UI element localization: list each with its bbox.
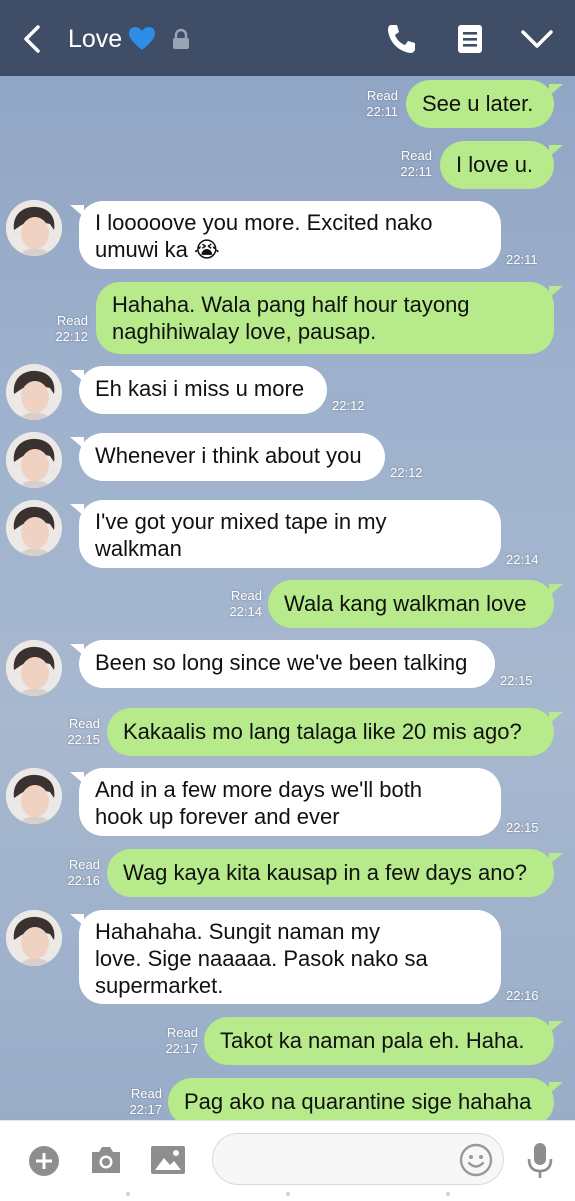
- microphone-icon[interactable]: [526, 1141, 554, 1181]
- contact-avatar[interactable]: [6, 768, 62, 824]
- image-icon[interactable]: [150, 1145, 186, 1175]
- read-receipt: Read 22:15: [67, 716, 100, 747]
- chat-title: Love: [68, 25, 123, 53]
- nav-hint: [126, 1192, 130, 1196]
- nav-hint: [446, 1192, 450, 1196]
- incoming-message[interactable]: I looooove you more. Excited nako umuwi k…: [70, 201, 501, 269]
- blue-heart-icon: [129, 27, 155, 50]
- contact-avatar[interactable]: [6, 200, 62, 256]
- outgoing-message[interactable]: I love u.: [440, 141, 563, 189]
- message-time: 22:14: [506, 552, 539, 567]
- outgoing-message[interactable]: Wala kang walkman love: [268, 580, 563, 628]
- incoming-message[interactable]: Eh kasi i miss u more: [70, 366, 327, 414]
- message-time: 22:11: [506, 252, 538, 267]
- contact-avatar[interactable]: [6, 910, 62, 966]
- contact-avatar[interactable]: [6, 500, 62, 556]
- outgoing-message[interactable]: Pag ako na quarantine sige hahaha: [168, 1078, 563, 1126]
- read-receipt: Read 22:11: [366, 88, 398, 119]
- read-receipt: Read 22:17: [129, 1086, 162, 1117]
- chevron-down-icon[interactable]: [518, 24, 556, 54]
- camera-icon[interactable]: [89, 1145, 123, 1175]
- incoming-message[interactable]: Been so long since we've been talking: [70, 640, 495, 688]
- phone-icon[interactable]: [384, 22, 420, 56]
- read-receipt: Read 22:16: [67, 857, 100, 888]
- read-receipt: Read 22:12: [55, 313, 88, 344]
- message-time: 22:15: [506, 820, 539, 835]
- contact-avatar[interactable]: [6, 432, 62, 488]
- contact-avatar[interactable]: [6, 364, 62, 420]
- incoming-message[interactable]: I've got your mixed tape in my walkman: [70, 500, 501, 568]
- outgoing-message[interactable]: Kakaalis mo lang talaga like 20 mis ago?: [107, 708, 563, 756]
- lock-icon: [173, 28, 189, 49]
- incoming-message[interactable]: And in a few more days we'll both hook up…: [70, 768, 501, 836]
- plus-icon[interactable]: [28, 1145, 60, 1177]
- outgoing-message[interactable]: Hahaha. Wala pang half hour tayong naghih…: [96, 282, 563, 354]
- message-time: 22:16: [506, 988, 539, 1003]
- incoming-message[interactable]: Whenever i think about you: [70, 433, 385, 481]
- nav-hint: [286, 1192, 290, 1196]
- message-input-bar: [0, 1120, 575, 1201]
- contact-avatar[interactable]: [6, 640, 62, 696]
- chat-header: Love: [0, 0, 575, 76]
- emoji-icon[interactable]: [459, 1143, 493, 1177]
- read-receipt: Read 22:11: [400, 148, 432, 179]
- message-time: 22:15: [500, 673, 533, 688]
- read-receipt: Read 22:14: [229, 588, 262, 619]
- notes-icon[interactable]: [455, 22, 485, 56]
- message-time: 22:12: [332, 398, 365, 413]
- incoming-message[interactable]: Hahahaha. Sungit naman my love. Sige naaa…: [70, 910, 501, 1004]
- outgoing-message[interactable]: See u later.: [406, 80, 563, 128]
- message-time: 22:12: [390, 465, 423, 480]
- outgoing-message[interactable]: Takot ka naman pala eh. Haha.: [204, 1017, 563, 1065]
- back-arrow-icon[interactable]: [18, 22, 48, 56]
- outgoing-message[interactable]: Wag kaya kita kausap in a few days ano?: [107, 849, 563, 897]
- read-receipt: Read 22:17: [165, 1025, 198, 1056]
